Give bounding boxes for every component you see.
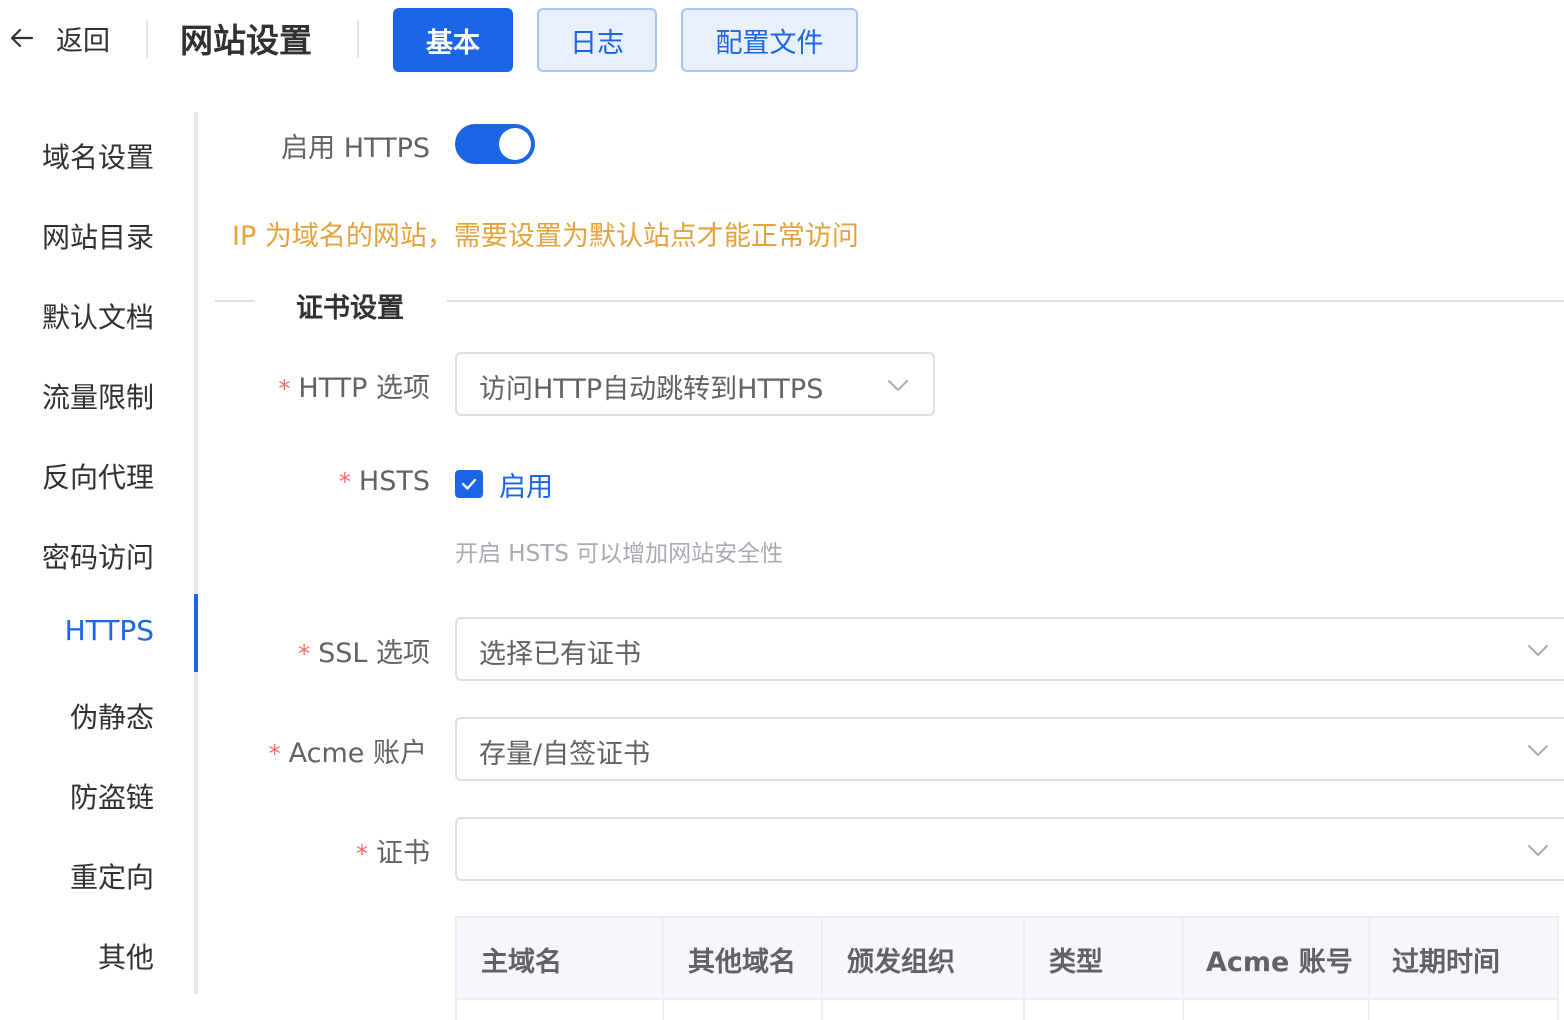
- chevron-down-icon: [1528, 645, 1548, 657]
- sidenav-item-https[interactable]: HTTPS: [65, 614, 154, 647]
- http-option-label: * HTTP 选项: [278, 373, 430, 404]
- ssl-option-label: * SSL 选项: [298, 638, 430, 669]
- column-header-expiry: 过期时间: [1392, 946, 1500, 978]
- acme-account-label: * Acme 账户: [268, 738, 427, 769]
- table-cell: [457, 1000, 664, 1020]
- settings-sidenav: 域名设置 网站目录 默认文档 流量限制 反向代理 密码访问 HTTPS 伪静态 …: [0, 112, 198, 994]
- ip-domain-warning: IP 为域名的网站，需要设置为默认站点才能正常访问: [232, 221, 859, 252]
- ssl-option-value: 选择已有证书: [479, 639, 641, 670]
- sidenav-item-reverse-proxy[interactable]: 反向代理: [42, 456, 154, 496]
- column-header-type: 类型: [1025, 918, 1184, 1000]
- required-mark: *: [356, 840, 368, 868]
- certificate-select[interactable]: [455, 817, 1564, 881]
- column-header-acme-account: Acme 账号: [1184, 918, 1370, 1000]
- sidenav-item-traffic-limit[interactable]: 流量限制: [42, 376, 154, 416]
- required-mark: *: [298, 640, 311, 668]
- column-header-other-domains: 其他域名: [664, 918, 823, 1000]
- sidenav-item-domain[interactable]: 域名设置: [42, 136, 154, 176]
- table-header: 主域名 其他域名 颁发组织 类型 Acme 账号 过期时间: [457, 918, 1557, 1000]
- section-divider-right: [447, 300, 1564, 302]
- acme-account-value: 存量/自签证书: [479, 739, 651, 770]
- section-divider-left: [215, 300, 255, 302]
- http-option-select[interactable]: 访问HTTP自动跳转到HTTPS: [455, 352, 935, 416]
- sidenav-item-site-directory[interactable]: 网站目录: [42, 216, 154, 256]
- certificate-table: 主域名 其他域名 颁发组织 类型 Acme 账号 过期时间: [455, 916, 1559, 1020]
- tab-basic[interactable]: 基本: [393, 8, 513, 72]
- back-label: 返回: [56, 25, 110, 57]
- required-mark: *: [268, 740, 281, 768]
- ssl-option-select[interactable]: 选择已有证书: [455, 617, 1564, 681]
- column-header-issuer: 颁发组织: [823, 918, 1025, 1000]
- chevron-down-icon: [1528, 745, 1548, 757]
- sidenav-item-password-access[interactable]: 密码访问: [42, 536, 154, 576]
- back-button[interactable]: 返回: [8, 18, 110, 58]
- required-mark: *: [278, 375, 291, 403]
- arrow-left-icon: [10, 28, 34, 48]
- certificate-section-title: 证书设置: [296, 293, 404, 324]
- table-cell: [1184, 1000, 1370, 1020]
- acme-account-select[interactable]: 存量/自签证书: [455, 717, 1564, 781]
- chevron-down-icon: [888, 380, 908, 392]
- table-cell: [1025, 1000, 1184, 1020]
- header-divider: [146, 20, 148, 58]
- header-divider: [357, 20, 359, 58]
- sidenav-item-hotlink-protection[interactable]: 防盗链: [70, 776, 154, 816]
- tab-logs[interactable]: 日志: [537, 8, 657, 72]
- required-mark: *: [338, 468, 351, 496]
- switch-knob: [499, 128, 531, 160]
- page-title: 网站设置: [180, 21, 312, 60]
- https-enable-label: 启用 HTTPS: [281, 133, 430, 164]
- chevron-down-icon: [1528, 845, 1548, 857]
- hsts-checkbox-label: 启用: [499, 471, 553, 503]
- checkbox-checked-icon: [455, 470, 483, 498]
- sidenav-item-rewrite[interactable]: 伪静态: [70, 696, 154, 736]
- page-header: 返回 网站设置 基本 日志 配置文件: [0, 0, 1564, 80]
- hsts-hint: 开启 HSTS 可以增加网站安全性: [455, 541, 784, 567]
- table-cell: [664, 1000, 823, 1020]
- sidenav-item-other[interactable]: 其他: [98, 936, 154, 976]
- table-cell: [823, 1000, 1025, 1020]
- sidenav-item-redirect[interactable]: 重定向: [70, 856, 154, 896]
- tab-config-file[interactable]: 配置文件: [681, 8, 858, 72]
- sidenav-active-indicator: [194, 594, 198, 672]
- certificate-label: * 证书: [356, 838, 430, 869]
- hsts-label: * HSTS: [338, 466, 430, 497]
- hsts-checkbox[interactable]: 启用: [455, 468, 553, 503]
- http-option-value: 访问HTTP自动跳转到HTTPS: [479, 374, 824, 405]
- https-enable-switch[interactable]: [455, 124, 535, 164]
- sidenav-item-default-document[interactable]: 默认文档: [42, 296, 154, 336]
- column-header-primary-domain: 主域名: [457, 918, 664, 1000]
